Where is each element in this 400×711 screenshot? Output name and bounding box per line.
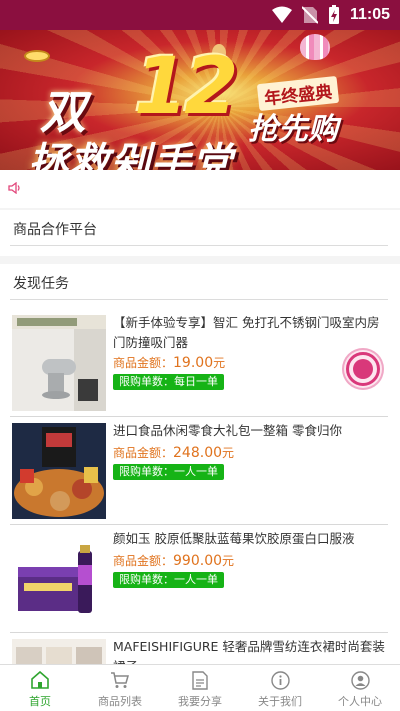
price-unit: 元 xyxy=(213,356,226,370)
home-icon xyxy=(30,670,50,690)
price-value: 19.00 xyxy=(173,355,214,371)
record-icon xyxy=(346,352,380,386)
price-row: 商品金额：248.00元 xyxy=(113,444,234,461)
tab-product-list[interactable]: 商品列表 xyxy=(80,665,160,711)
product-image-snack-box xyxy=(12,423,106,519)
product-item[interactable]: 颜如玉 胶原低聚肽蓝莓果饮胶原蛋白口服液 商品金额：990.00元 限购单数：一… xyxy=(0,525,400,633)
tab-home[interactable]: 首页 xyxy=(0,665,80,711)
product-title: 【新手体验专享】智汇 免打孔不锈钢门吸室内房门防撞吸门器 xyxy=(113,315,380,350)
tab-label: 商品列表 xyxy=(98,695,142,708)
coin-decoration xyxy=(24,50,50,62)
share-document-icon xyxy=(190,670,210,690)
divider xyxy=(10,245,388,246)
price-label: 商品金额： xyxy=(113,554,174,568)
price-unit: 元 xyxy=(222,554,235,568)
tab-about[interactable]: 关于我们 xyxy=(240,665,320,711)
section-title-platform: 商品合作平台 xyxy=(13,222,97,238)
floating-action-button[interactable] xyxy=(342,348,384,390)
limit-badge: 限购单数：一人一单 xyxy=(113,572,224,588)
battery-charging-icon xyxy=(328,5,339,24)
product-item[interactable]: MAFEISHIFIGURE 轻奢品牌雪纺连衣裙时尚套装裙子 xyxy=(0,633,400,664)
speaker-icon xyxy=(8,182,20,194)
product-title: 颜如玉 胶原低聚肽蓝莓果饮胶原蛋白口服液 xyxy=(113,531,355,546)
price-value: 248.00 xyxy=(173,445,223,461)
product-image-collagen-drink xyxy=(12,531,106,627)
hot-air-balloon-decoration xyxy=(300,34,330,60)
price-row: 商品金额：19.00元 xyxy=(113,354,225,371)
banner-subtitle: 抢先购 xyxy=(248,112,338,147)
divider xyxy=(10,299,388,300)
tab-label: 首页 xyxy=(29,695,51,708)
product-item[interactable]: 【新手体验专享】智汇 免打孔不锈钢门吸室内房门防撞吸门器 商品金额：19.00元… xyxy=(0,309,400,417)
price-label: 商品金额： xyxy=(113,446,174,460)
banner-headline: 拯救剁手党 xyxy=(28,140,233,170)
tab-share[interactable]: 我要分享 xyxy=(160,665,240,711)
product-image-dress xyxy=(12,639,106,664)
platform-section[interactable]: 商品合作平台 xyxy=(0,210,400,256)
status-time: 11:05 xyxy=(349,6,390,23)
limit-badge: 限购单数：一人一单 xyxy=(113,464,224,480)
limit-badge: 限购单数：每日一单 xyxy=(113,374,224,390)
product-title: 进口食品休闲零食大礼包一整箱 零食归你 xyxy=(113,423,342,438)
cart-icon xyxy=(110,670,130,690)
tab-label: 个人中心 xyxy=(338,695,382,708)
price-value: 990.00 xyxy=(173,553,223,569)
tab-label: 关于我们 xyxy=(258,695,302,708)
product-image-door-stopper xyxy=(12,315,106,411)
section-title-tasks: 发现任务 xyxy=(13,276,69,292)
tasks-section: 发现任务 xyxy=(0,264,400,310)
wifi-icon xyxy=(271,6,292,23)
info-icon xyxy=(270,670,290,690)
user-icon xyxy=(350,670,370,690)
product-title: MAFEISHIFIGURE 轻奢品牌雪纺连衣裙时尚套装裙子 xyxy=(113,639,385,664)
product-item[interactable]: 进口食品休闲零食大礼包一整箱 零食归你 商品金额：248.00元 限购单数：一人… xyxy=(0,417,400,525)
price-label: 商品金额： xyxy=(113,356,174,370)
tab-label: 我要分享 xyxy=(178,695,222,708)
price-row: 商品金额：990.00元 xyxy=(113,552,234,569)
tab-profile[interactable]: 个人中心 xyxy=(320,665,400,711)
notice-bar[interactable] xyxy=(0,170,400,208)
promo-banner[interactable]: 双 12 年终盛典 抢先购 拯救剁手党 xyxy=(0,30,400,170)
bottom-tab-bar: 首页 商品列表 我要分享 关于我们 个人中心 xyxy=(0,664,400,711)
no-sim-icon xyxy=(301,6,318,24)
price-unit: 元 xyxy=(222,446,235,460)
status-bar: 11:05 xyxy=(0,0,400,30)
banner-number: 12 xyxy=(134,42,239,132)
